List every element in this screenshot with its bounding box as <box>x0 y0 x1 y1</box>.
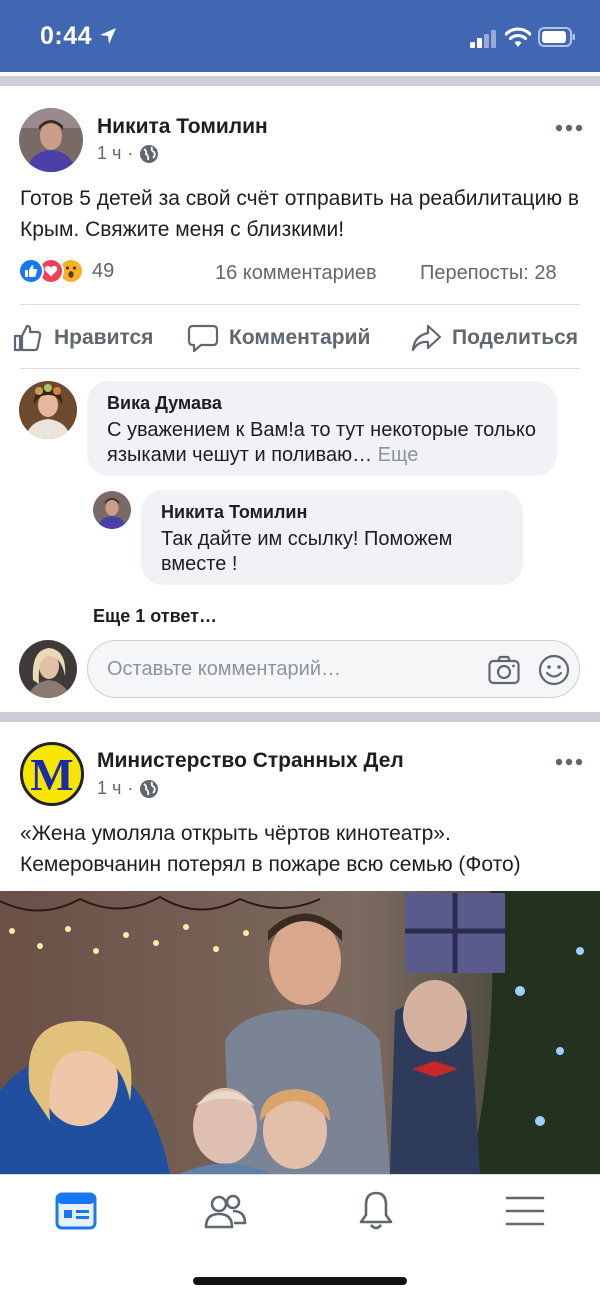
feed-divider <box>0 708 600 722</box>
reply-bubble: Никита Томилин Так дайте им ссылку! Помо… <box>141 490 523 585</box>
dot-separator: · <box>127 778 134 798</box>
menu-icon[interactable] <box>503 1189 547 1233</box>
shares-count[interactable]: Перепосты: 28 <box>420 262 557 285</box>
share-icon <box>411 324 442 352</box>
comment-placeholder: Оставьте комментарий… <box>107 658 342 680</box>
reactions-count: 49 <box>92 259 115 282</box>
post-time: 1 ч <box>97 143 122 163</box>
dot-separator: · <box>127 143 134 163</box>
post-author-name[interactable]: Никита Томилин <box>97 115 268 139</box>
see-more-link[interactable]: Еще <box>378 444 419 466</box>
reactions-summary[interactable]: 49 <box>18 258 114 284</box>
location-arrow-icon <box>100 28 116 44</box>
wifi-icon <box>505 27 531 47</box>
more-replies-link[interactable]: Еще 1 ответ… <box>93 606 217 627</box>
comments-count[interactable]: 16 комментариев <box>215 262 377 285</box>
share-button[interactable]: Поделиться <box>410 322 578 354</box>
like-button[interactable]: Нравится <box>12 322 153 354</box>
cellular-signal-icon <box>470 30 496 48</box>
comment-bubble: Вика Думава С уважением к Вам!а то тут н… <box>87 381 557 476</box>
separator <box>20 368 580 369</box>
replier-avatar[interactable] <box>93 491 131 529</box>
like-reaction-icon <box>18 258 44 284</box>
post-author-name[interactable]: Министерство Странных Дел <box>97 749 404 773</box>
page-logo[interactable]: M <box>20 742 84 806</box>
news-feed-icon[interactable] <box>54 1189 98 1233</box>
comment-label: Комментарий <box>229 326 371 349</box>
feed-divider <box>0 72 600 86</box>
status-time: 0:44 <box>40 22 93 50</box>
emoji-icon[interactable] <box>538 654 570 686</box>
comment-author[interactable]: Вика Думава <box>107 393 537 414</box>
comment-button[interactable]: Комментарий <box>187 322 370 354</box>
comment-input[interactable]: Оставьте комментарий… <box>87 640 580 698</box>
friends-icon[interactable] <box>203 1189 247 1233</box>
post-meta: 1 ч · <box>97 778 159 799</box>
camera-icon[interactable] <box>488 655 520 685</box>
commenter-avatar[interactable] <box>19 381 77 439</box>
post-photo[interactable] <box>0 891 600 1174</box>
post-text: Готов 5 детей за свой счёт отправить на … <box>20 187 580 241</box>
post-time: 1 ч <box>97 778 122 798</box>
current-user-avatar <box>19 640 77 698</box>
globe-icon <box>140 144 159 163</box>
comment-text-body: С уважением к Вам!а то тут некоторые тол… <box>107 419 537 466</box>
notifications-icon[interactable] <box>354 1189 398 1233</box>
post-text: «Жена умоляла открыть чёртов кинотеатр».… <box>20 822 521 876</box>
share-label: Поделиться <box>452 326 579 349</box>
more-options-icon[interactable] <box>555 124 583 132</box>
like-label: Нравится <box>54 326 154 349</box>
more-options-icon[interactable] <box>555 758 583 766</box>
home-indicator[interactable] <box>193 1277 407 1285</box>
reply-author[interactable]: Никита Томилин <box>161 502 503 523</box>
logo-letter: M <box>30 748 74 800</box>
author-avatar[interactable] <box>19 108 83 172</box>
comment-text: С уважением к Вам!а то тут некоторые тол… <box>107 418 537 468</box>
comment-icon <box>187 324 219 353</box>
post-meta: 1 ч · <box>97 143 159 164</box>
separator <box>20 304 580 305</box>
globe-icon <box>140 779 159 798</box>
battery-icon <box>538 27 575 47</box>
reply-text: Так дайте им ссылку! Поможем вместе ! <box>161 528 453 575</box>
thumbs-up-icon <box>13 324 42 352</box>
status-bar: 0:44 <box>0 0 600 72</box>
